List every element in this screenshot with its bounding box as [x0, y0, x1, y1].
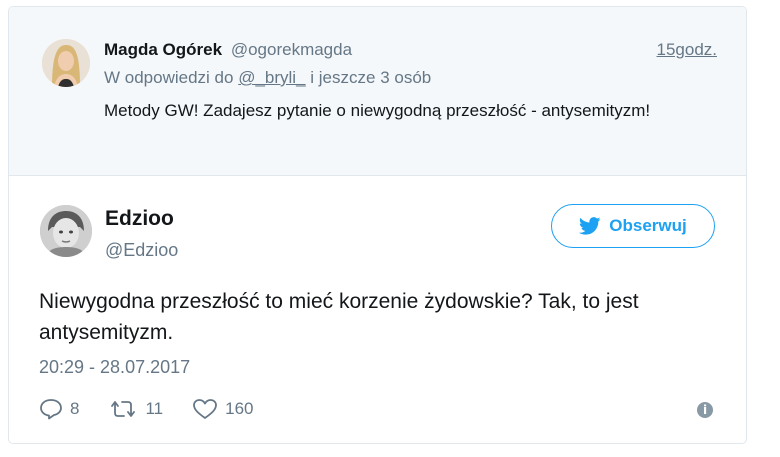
reply-prefix: W odpowiedzi do — [104, 68, 234, 87]
parent-author-avatar[interactable] — [42, 39, 90, 87]
parent-author-handle[interactable]: @ogorekmagda — [231, 40, 352, 59]
reply-icon — [40, 399, 62, 420]
follow-label: Obserwuj — [609, 216, 687, 235]
author-handle[interactable]: @Edzioo — [105, 240, 178, 261]
tweet-text: Niewygodna przeszłość to mieć korzenie ż… — [39, 290, 639, 344]
retweet-action[interactable]: 11 — [108, 398, 163, 420]
parent-tweet[interactable]: Magda Ogórek @ogorekmagda 15godz. W odpo… — [9, 7, 746, 176]
reply-count: 8 — [70, 399, 80, 418]
reply-context: W odpowiedzi do @_bryli_ i jeszcze 3 osó… — [104, 68, 431, 88]
author-name[interactable]: Edzioo — [105, 207, 174, 231]
like-count: 160 — [225, 399, 254, 418]
like-action[interactable]: 160 — [192, 398, 254, 420]
retweet-count: 11 — [145, 399, 164, 418]
author-avatar[interactable] — [40, 205, 92, 257]
parent-author-name[interactable]: Magda Ogórek — [104, 40, 222, 59]
info-icon[interactable]: i — [697, 402, 713, 418]
twitter-bird-icon — [579, 217, 601, 235]
reply-others[interactable]: i jeszcze 3 osób — [310, 68, 431, 87]
parent-tweet-text: Metody GW! Zadajesz pytanie o niewygodną… — [104, 101, 651, 120]
tweet-date[interactable]: 20:29 - 28.07.2017 — [39, 357, 190, 378]
heart-icon — [193, 399, 218, 419]
tweet-actions: 8 11 160 — [39, 397, 283, 421]
reply-action[interactable]: 8 — [39, 398, 79, 420]
follow-button[interactable]: Obserwuj — [551, 204, 715, 248]
retweet-icon — [111, 401, 136, 417]
parent-author-row: Magda Ogórek @ogorekmagda — [104, 40, 352, 60]
tweet-card: Magda Ogórek @ogorekmagda 15godz. W odpo… — [8, 6, 747, 444]
reply-to-link[interactable]: @_bryli_ — [238, 68, 305, 87]
parent-tweet-time[interactable]: 15godz. — [657, 40, 718, 60]
